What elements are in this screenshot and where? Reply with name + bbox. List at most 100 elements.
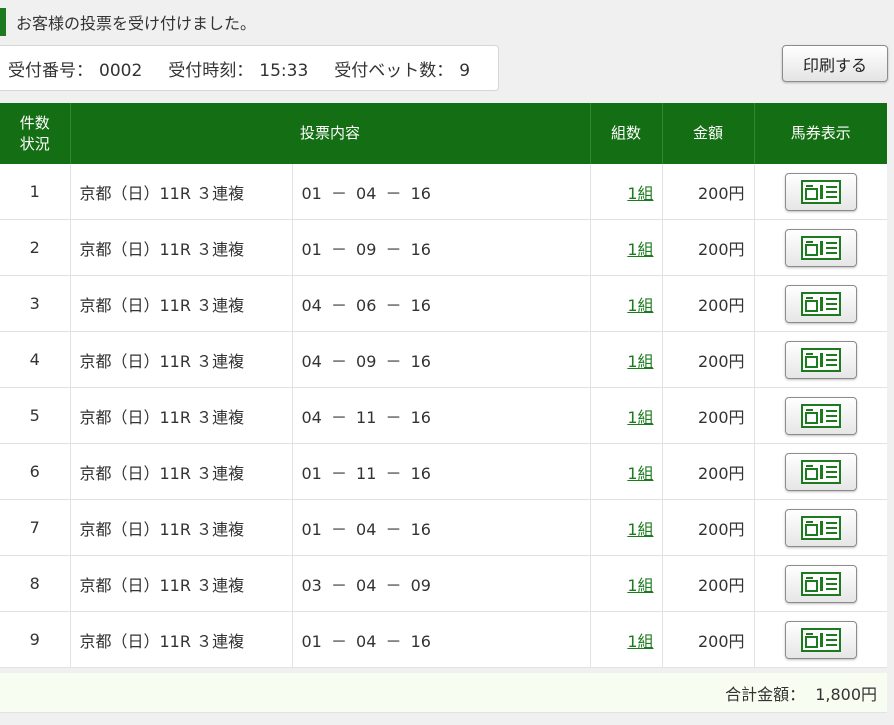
ticket-view-button[interactable] [784, 340, 857, 379]
row-amount: 200円 [662, 164, 755, 220]
ticket-view-button[interactable] [784, 396, 857, 435]
row-kumi-cell: 1組 [590, 499, 663, 556]
row-combination: 01 － 04 － 16 [292, 164, 591, 220]
ticket-icon [800, 515, 841, 540]
row-race: 京都（日）11R ３連複 [70, 499, 293, 556]
receipt-bet-count: 受付ベット数： 9 [334, 56, 470, 81]
row-amount: 200円 [662, 611, 755, 668]
row-amount: 200円 [662, 275, 755, 332]
row-ticket-cell [754, 499, 888, 556]
ticket-view-button[interactable] [784, 508, 857, 547]
confirmation-message: お客様の投票を受け付けました。 [0, 8, 256, 36]
row-ticket-cell [754, 331, 888, 388]
total-row: 合計金額： 1,800円 [0, 673, 887, 713]
row-kumi-link[interactable]: 1組 [627, 576, 653, 595]
receipt-time-value: 15:33 [259, 60, 309, 81]
table-row: 4 京都（日）11R ３連複 04 － 09 － 16 1組 200円 [0, 331, 888, 388]
row-combination: 01 － 11 － 16 [292, 443, 591, 500]
row-kumi-link[interactable]: 1組 [627, 184, 653, 203]
row-kumi-link[interactable]: 1組 [627, 632, 653, 651]
row-kumi-cell: 1組 [590, 555, 663, 612]
row-kumi-link[interactable]: 1組 [627, 520, 653, 539]
header-count: 件数 [19, 113, 50, 132]
receipt-bet-count-label: 受付ベット数： [334, 60, 454, 81]
header-count-status: 件数 状況 [0, 103, 71, 164]
row-combination: 01 － 04 － 16 [292, 499, 591, 556]
row-kumi-link[interactable]: 1組 [627, 408, 653, 427]
row-kumi-cell: 1組 [590, 443, 663, 500]
row-ticket-cell [754, 275, 888, 332]
table-row: 7 京都（日）11R ３連複 01 － 04 － 16 1組 200円 [0, 499, 888, 556]
row-number: 5 [0, 387, 71, 444]
row-ticket-cell [754, 611, 888, 668]
row-number: 7 [0, 499, 71, 556]
row-kumi-link[interactable]: 1組 [627, 464, 653, 483]
row-race: 京都（日）11R ３連複 [70, 555, 293, 612]
row-kumi-cell: 1組 [590, 219, 663, 276]
row-kumi-cell: 1組 [590, 387, 663, 444]
confirmation-text: お客様の投票を受け付けました。 [16, 14, 257, 33]
row-number: 1 [0, 164, 71, 220]
receipt-number: 受付番号： 0002 [8, 56, 142, 81]
ticket-icon [800, 403, 841, 428]
receipt-time: 受付時刻： 15:33 [168, 56, 308, 81]
row-number: 6 [0, 443, 71, 500]
row-race: 京都（日）11R ３連複 [70, 331, 293, 388]
header-content: 投票内容 [70, 103, 591, 164]
row-combination: 01 － 09 － 16 [292, 219, 591, 276]
table-row: 5 京都（日）11R ３連複 04 － 11 － 16 1組 200円 [0, 387, 888, 444]
receipt-number-value: 0002 [99, 60, 143, 81]
row-number: 4 [0, 331, 71, 388]
row-ticket-cell [754, 164, 888, 220]
ticket-icon [800, 347, 841, 372]
table-row: 3 京都（日）11R ３連複 04 － 06 － 16 1組 200円 [0, 275, 888, 332]
receipt-info-box: 受付番号： 0002 受付時刻： 15:33 受付ベット数： 9 [0, 45, 499, 91]
row-number: 2 [0, 219, 71, 276]
ticket-view-button[interactable] [784, 564, 857, 603]
row-combination: 03 － 04 － 09 [292, 555, 591, 612]
row-amount: 200円 [662, 387, 755, 444]
row-ticket-cell [754, 555, 888, 612]
row-amount: 200円 [662, 443, 755, 500]
ticket-icon [800, 179, 841, 204]
ticket-icon [800, 571, 841, 596]
table-row: 6 京都（日）11R ３連複 01 － 11 － 16 1組 200円 [0, 443, 888, 500]
ticket-view-button[interactable] [784, 284, 857, 323]
header-amount: 金額 [662, 103, 755, 164]
row-ticket-cell [754, 219, 888, 276]
bets-table: 件数 状況 投票内容 組数 金額 馬券表示 1 京都（日）11R ３連複 01 － … [0, 103, 888, 668]
print-button[interactable]: 印刷する [782, 45, 888, 82]
header-status: 状況 [19, 134, 50, 153]
row-number: 8 [0, 555, 71, 612]
row-ticket-cell [754, 387, 888, 444]
row-race: 京都（日）11R ３連複 [70, 275, 293, 332]
row-kumi-link[interactable]: 1組 [627, 352, 653, 371]
table-row: 9 京都（日）11R ３連複 01 － 04 － 16 1組 200円 [0, 611, 888, 668]
message-accent-bar [0, 8, 6, 36]
ticket-view-button[interactable] [784, 172, 857, 211]
row-kumi-link[interactable]: 1組 [627, 240, 653, 259]
row-race: 京都（日）11R ３連複 [70, 387, 293, 444]
row-ticket-cell [754, 443, 888, 500]
ticket-view-button[interactable] [784, 228, 857, 267]
ticket-icon [800, 627, 841, 652]
table-row: 8 京都（日）11R ３連複 03 － 04 － 09 1組 200円 [0, 555, 888, 612]
table-row: 1 京都（日）11R ３連複 01 － 04 － 16 1組 200円 [0, 164, 888, 220]
row-race: 京都（日）11R ３連複 [70, 611, 293, 668]
ticket-icon [800, 291, 841, 316]
receipt-time-label: 受付時刻： [168, 60, 254, 81]
ticket-view-button[interactable] [784, 620, 857, 659]
row-combination: 01 － 04 － 16 [292, 611, 591, 668]
row-kumi-cell: 1組 [590, 611, 663, 668]
row-number: 3 [0, 275, 71, 332]
receipt-bet-count-value: 9 [459, 60, 471, 81]
row-race: 京都（日）11R ３連複 [70, 443, 293, 500]
ticket-view-button[interactable] [784, 452, 857, 491]
row-kumi-link[interactable]: 1組 [627, 296, 653, 315]
row-amount: 200円 [662, 331, 755, 388]
row-number: 9 [0, 611, 71, 668]
header-ticket: 馬券表示 [754, 103, 888, 164]
receipt-number-label: 受付番号： [8, 60, 93, 81]
table-header-row: 件数 状況 投票内容 組数 金額 馬券表示 [0, 103, 888, 164]
ticket-icon [800, 459, 841, 484]
